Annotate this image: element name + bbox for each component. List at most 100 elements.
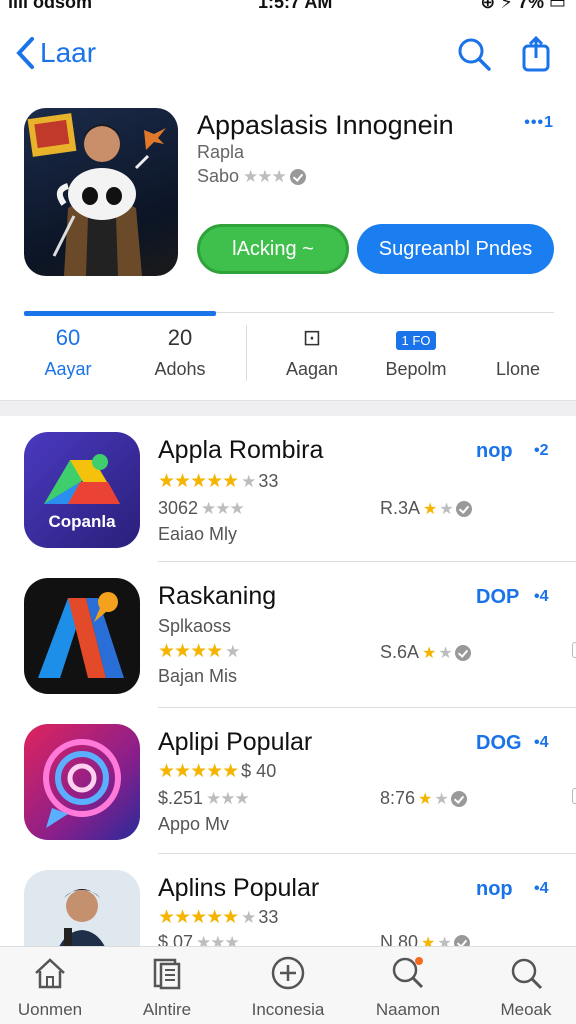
search-icon [392, 957, 424, 989]
tab-articles[interactable]: Alntire [117, 955, 217, 1020]
developer-line: Bajan Mis [158, 666, 238, 686]
get-button[interactable]: nop [476, 440, 513, 463]
app-title: Appla Rombira [158, 436, 324, 464]
tab-add[interactable]: Inconesia [238, 955, 338, 1020]
get-button[interactable]: DOP [476, 586, 519, 609]
segment-value: 20 [167, 325, 193, 350]
rating-line: ★★★★★ ★ 33 [158, 470, 278, 493]
status-indicators: ⊕ ⚡ 7% ▭ [480, 0, 566, 12]
secondary-rating: N.80 ★ ★ [380, 932, 470, 946]
segment-badge: 1 FO [366, 325, 466, 353]
star-icon: ★ [423, 500, 437, 518]
price-line: $.07 ★★★ [158, 932, 240, 947]
developer-line: Eaiao Mly [158, 524, 238, 544]
stars-icon: ★★★★★ [158, 907, 239, 928]
segment-1[interactable]: 20 Adohs [130, 325, 230, 380]
rating-line: ★★★★ ★ [158, 640, 240, 663]
stars-icon: ★★★ [196, 932, 240, 947]
price-text: $.07 [158, 932, 194, 946]
featured-app-title: Appaslasis Innognein [197, 110, 454, 140]
list-item[interactable]: Raskaning Splkaoss ★★★★ ★ Bajan Mis S.6A ★… [0, 562, 576, 708]
rating-line: ★★★★★ $ 40 [158, 760, 276, 783]
more-badge[interactable]: •4 [534, 588, 549, 606]
secondary-rating: R.3A ★ ★ [380, 498, 472, 519]
featured-app-rating: Sabo ★★★ [197, 166, 306, 187]
segment-0[interactable]: 60 Aayar [18, 325, 118, 380]
more-badge[interactable]: •4 [534, 880, 549, 898]
app-icon-text: Copanla [48, 512, 116, 531]
secondary-action-button[interactable]: Sugreanbl Pndes [357, 224, 554, 274]
app-title: Aplipi Popular [158, 728, 313, 756]
featured-rating-text: Sabo [197, 166, 240, 186]
app-icon [24, 578, 140, 694]
segment-2[interactable]: ⊡ Aagan [262, 325, 362, 380]
star-gray-icon: ★ [437, 934, 451, 947]
segment-divider [246, 325, 247, 381]
segment-label: Bepolm [385, 359, 447, 379]
section-divider [0, 400, 576, 416]
list-item[interactable]: Aplipi Popular ★★★★★ $ 40 $.251 ★★★ Appo … [0, 708, 576, 854]
search-icon[interactable] [456, 36, 492, 72]
tab-home[interactable]: Uonmen [0, 955, 100, 1020]
get-button[interactable]: nop [476, 878, 513, 901]
app-icon: Copanla [24, 432, 140, 548]
share-icon[interactable] [518, 36, 554, 72]
tab-label: Naamon [375, 1000, 441, 1019]
home-icon [35, 958, 65, 989]
stars-icon: ★★★★★ [158, 471, 239, 492]
price-text: 3062 [158, 498, 199, 518]
list-item[interactable]: Copanla Appla Rombira ★★★★★ ★ 33 3062 ★★★ … [0, 416, 576, 562]
verified-icon [454, 644, 471, 661]
back-label: Laar [40, 37, 97, 68]
scroll-edge-icon [572, 788, 576, 804]
scroll-edge-icon [572, 642, 576, 658]
badge-text: 1 FO [395, 331, 437, 350]
active-indicator [24, 311, 216, 316]
star-icon: ★ [422, 644, 436, 662]
tab-label: Meoak [500, 1000, 552, 1019]
list-item[interactable]: Aplins Popular ★★★★★ ★ 33 $.07 ★★★ N.80 ★ ★ … [0, 854, 576, 946]
status-time: 1:5:7 AM [258, 0, 333, 12]
tab-search[interactable]: Meoak [476, 955, 576, 1020]
get-button[interactable]: DOG [476, 732, 522, 755]
tab-search-notify[interactable]: Naamon [358, 955, 458, 1020]
book-icon [153, 958, 181, 990]
price-line: 3062 ★★★ [158, 498, 245, 519]
back-button[interactable]: Laar [14, 36, 96, 70]
more-badge[interactable]: •2 [534, 442, 549, 460]
rating-count: $ 40 [241, 761, 277, 781]
secondary-rating: 8:76 ★ ★ [380, 788, 467, 809]
segment-label: Adohs [154, 359, 206, 379]
star-icon: ★ [421, 934, 435, 947]
stars-icon: ★★★★ [158, 641, 223, 662]
rating-line: ★★★★★ ★ 33 [158, 906, 278, 929]
secondary-rating: S.6A ★ ★ [380, 642, 471, 663]
featured-app-icon[interactable] [24, 108, 178, 276]
segment-value: 60 [55, 325, 81, 350]
secondary-rating-text: S.6A [380, 642, 420, 662]
stars-icon: ★★★ [201, 498, 245, 518]
star-gray-icon: ★ [225, 641, 240, 661]
status-bar: ııll odsom 1:5:7 AM ⊕ ⚡ 7% ▭ [0, 0, 576, 14]
more-badge[interactable]: •4 [534, 734, 549, 752]
star-gray-icon: ★ [438, 644, 452, 662]
verified-icon [453, 934, 470, 946]
primary-action-button[interactable]: lAcking ~ [197, 224, 349, 274]
more-options-icon[interactable]: •••1 [524, 114, 554, 132]
rating-count: 33 [258, 471, 279, 491]
verified-icon [455, 500, 472, 517]
add-circle-icon [271, 956, 305, 990]
stars-icon: ★★★ [206, 788, 250, 808]
app-title: Raskaning [158, 582, 277, 610]
segment-value [468, 325, 568, 353]
stars-icon: ★★★ [243, 166, 287, 186]
search-icon [511, 958, 543, 990]
segment-3[interactable]: 1 FO Bepolm [366, 325, 466, 380]
star-icon: ★ [418, 790, 432, 808]
secondary-rating-text: N.80 [380, 932, 419, 946]
segment-label: Llone [495, 359, 541, 379]
app-icon [24, 724, 140, 840]
app-icon [24, 870, 140, 946]
developer-line: Appo Mv [158, 814, 230, 834]
segment-4[interactable]: Llone [468, 325, 568, 380]
